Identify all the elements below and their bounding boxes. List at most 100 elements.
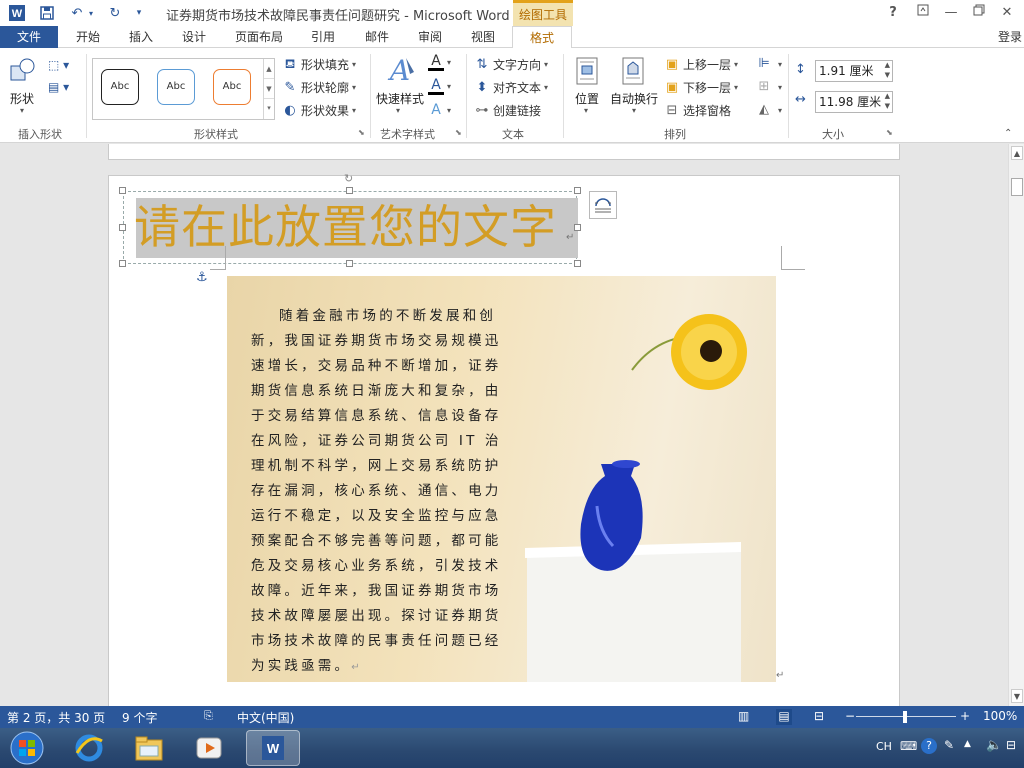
word-app-icon[interactable]: W	[6, 3, 28, 23]
page-count[interactable]: 第 2 页，共 30 页	[7, 709, 105, 726]
shapes-dropdown-icon[interactable]: ▾	[20, 106, 24, 115]
customize-qat-icon[interactable]: ▾	[132, 3, 146, 23]
dialog-launcher-icon[interactable]: ⬊	[358, 128, 365, 137]
dialog-launcher-icon[interactable]: ⬊	[455, 128, 462, 137]
undo-dropdown-icon[interactable]: ▾	[86, 3, 96, 23]
resize-handle[interactable]	[119, 260, 126, 267]
resize-handle[interactable]	[119, 187, 126, 194]
zoom-slider-thumb[interactable]	[903, 711, 907, 723]
zoom-out-button[interactable]: −	[845, 709, 855, 723]
restore-icon[interactable]	[968, 3, 990, 23]
text-fill-button[interactable]: A ▾	[428, 54, 451, 71]
resize-handle[interactable]	[346, 260, 353, 267]
ime-icon[interactable]: ✎	[944, 738, 954, 752]
text-outline-button[interactable]: A ▾	[428, 78, 451, 95]
position-dropdown-icon[interactable]: ▾	[584, 106, 588, 115]
tab-insert[interactable]: 插入	[120, 26, 162, 48]
tab-references[interactable]: 引用	[302, 26, 344, 48]
resize-handle[interactable]	[346, 187, 353, 194]
edit-shape-icon[interactable]: ⬚ ▾	[48, 58, 76, 72]
dialog-launcher-icon[interactable]: ⬊	[886, 128, 893, 137]
rotate-handle-icon[interactable]: ↻	[344, 172, 353, 185]
send-backward-button[interactable]: ▣ 下移一层 ▾	[664, 79, 738, 96]
keyboard-icon[interactable]: ⌨	[900, 739, 917, 753]
shape-width-input[interactable]: 11.98 厘米 ▲ ▼	[815, 91, 893, 113]
tab-home[interactable]: 开始	[66, 26, 110, 48]
scroll-down-icon[interactable]: ▼	[1011, 689, 1023, 703]
tab-review[interactable]: 审阅	[408, 26, 452, 48]
shape-effects-button[interactable]: ◐ 形状效果 ▾	[282, 102, 356, 119]
read-mode-icon[interactable]: ▥	[738, 709, 749, 723]
help-button[interactable]: ?	[882, 3, 904, 23]
resize-handle[interactable]	[574, 224, 581, 231]
position-label[interactable]: 位置	[575, 90, 599, 107]
minimize-icon[interactable]: —	[940, 3, 962, 23]
tab-design[interactable]: 设计	[172, 26, 216, 48]
gallery-up-icon[interactable]: ▲	[264, 59, 274, 79]
gallery-scrollbar[interactable]: ▲ ▼ ▾	[263, 59, 274, 119]
resize-handle[interactable]	[119, 224, 126, 231]
group-button[interactable]: ⊞ ▾	[756, 79, 782, 95]
shape-fill-button[interactable]: ⛾ 形状填充 ▾	[282, 56, 356, 73]
text-box-icon[interactable]: ▤ ▾	[48, 80, 76, 94]
web-layout-icon[interactable]: ⊟	[814, 709, 824, 723]
tab-file[interactable]: 文件	[0, 26, 58, 48]
height-spinner-icon[interactable]: ▲ ▼	[885, 60, 890, 80]
language-indicator[interactable]: 中文(中国)	[237, 709, 294, 726]
align-button[interactable]: ⊫ ▾	[756, 56, 782, 72]
bring-forward-button[interactable]: ▣ 上移一层 ▾	[664, 56, 738, 73]
wrap-text-label[interactable]: 自动换行	[610, 90, 658, 107]
network-icon[interactable]: ⊟	[1006, 738, 1016, 752]
collapse-ribbon-icon[interactable]: ⌃	[1004, 128, 1012, 139]
text-effects-button[interactable]: A ▾	[428, 102, 451, 118]
vertical-scrollbar[interactable]: ▲ ▼	[1008, 144, 1024, 706]
help-tray-icon[interactable]: ?	[921, 738, 937, 754]
media-player-icon[interactable]	[182, 730, 236, 766]
wrap-dropdown-icon[interactable]: ▾	[632, 106, 636, 115]
tab-mailings[interactable]: 邮件	[356, 26, 398, 48]
shape-outline-button[interactable]: ✎ 形状轮廓 ▾	[282, 79, 356, 96]
zoom-in-button[interactable]: +	[960, 709, 970, 723]
file-explorer-icon[interactable]	[122, 730, 176, 766]
width-spinner-icon[interactable]: ▲ ▼	[885, 91, 890, 111]
resize-handle[interactable]	[574, 260, 581, 267]
input-language[interactable]: CH	[876, 740, 892, 753]
tab-format[interactable]: 格式	[512, 26, 572, 49]
shapes-button-label[interactable]: 形状	[10, 90, 34, 107]
gallery-down-icon[interactable]: ▼	[264, 79, 274, 99]
gallery-more-icon[interactable]: ▾	[264, 99, 274, 117]
close-icon[interactable]: ✕	[996, 3, 1018, 23]
create-link-button[interactable]: ⊶ 创建链接	[474, 102, 542, 119]
rotate-button[interactable]: ◭ ▾	[756, 102, 782, 118]
internet-explorer-icon[interactable]	[62, 730, 116, 766]
volume-icon[interactable]: 🔈	[986, 738, 1002, 753]
resize-handle[interactable]	[574, 187, 581, 194]
headline-text[interactable]: 请在此放置您的文字	[134, 199, 557, 255]
shape-style-preset-1[interactable]: Abc	[101, 69, 139, 105]
proofing-icon[interactable]: ⎘	[204, 709, 213, 723]
shapes-icon[interactable]	[8, 56, 38, 86]
redo-icon[interactable]: ↻	[104, 3, 126, 23]
quick-styles-label[interactable]: 快速样式	[376, 90, 424, 107]
print-layout-icon[interactable]: ▤	[776, 709, 792, 725]
word-count[interactable]: 9 个字	[122, 709, 157, 726]
layout-options-icon[interactable]	[589, 191, 617, 219]
shape-style-preset-3[interactable]: Abc	[213, 69, 251, 105]
scroll-up-icon[interactable]: ▲	[1011, 146, 1023, 160]
tab-view[interactable]: 视图	[462, 26, 504, 48]
selection-pane-button[interactable]: ⊟ 选择窗格	[664, 102, 731, 119]
save-icon[interactable]	[36, 3, 58, 23]
text-direction-button[interactable]: ⇅ 文字方向 ▾	[474, 56, 548, 73]
wordart-a-icon[interactable]: A	[386, 54, 418, 88]
word-taskbar-icon[interactable]: W	[246, 730, 300, 766]
position-icon[interactable]	[574, 56, 600, 86]
zoom-level[interactable]: 100%	[983, 709, 1017, 723]
start-button-icon[interactable]	[2, 730, 52, 766]
shape-height-input[interactable]: 1.91 厘米 ▲ ▼	[815, 60, 893, 82]
background-picture[interactable]: 随着金融市场的不断发展和创新，我国证券期货市场交易规模迅速增长，交易品种不断增加…	[227, 276, 776, 682]
quick-styles-dropdown-icon[interactable]: ▾	[396, 106, 400, 115]
sign-in-link[interactable]: 登录	[998, 26, 1022, 48]
show-hidden-icons[interactable]: ▲	[964, 739, 971, 749]
shape-style-preset-2[interactable]: Abc	[157, 69, 195, 105]
body-paragraph[interactable]: 随着金融市场的不断发展和创新，我国证券期货市场交易规模迅速增长，交易品种不断增加…	[251, 304, 511, 680]
